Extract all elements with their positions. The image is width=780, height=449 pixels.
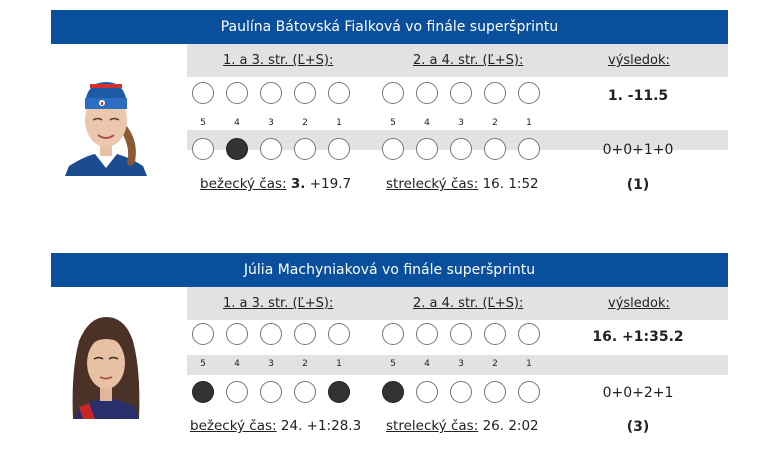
target-open-marker xyxy=(294,82,316,104)
target-open-marker xyxy=(226,82,248,104)
target-number: 3 xyxy=(268,359,274,369)
run-time-label: bežecký čas: xyxy=(190,418,277,434)
run-time-value: +19.7 xyxy=(309,176,352,192)
panel-title: Júlia Machyniaková vo finále superšprint… xyxy=(51,253,728,287)
target-open-marker xyxy=(382,323,404,345)
target-open-marker xyxy=(192,323,214,345)
shoot-time-value: 16. 1:52 xyxy=(482,176,539,192)
col-header-result: výsledok: xyxy=(608,53,670,68)
target-number: 1 xyxy=(526,118,532,128)
target-open-marker xyxy=(416,82,438,104)
target-number: 1 xyxy=(336,359,342,369)
target-open-marker xyxy=(328,323,350,345)
target-number: 1 xyxy=(526,359,532,369)
target-open-marker xyxy=(294,138,316,160)
target-hit-marker xyxy=(192,381,214,403)
target-open-marker xyxy=(328,82,350,104)
target-number: 5 xyxy=(390,359,396,369)
target-open-marker xyxy=(260,138,282,160)
target-open-marker xyxy=(450,381,472,403)
shoot-time-label: strelecký čas: xyxy=(386,176,479,192)
penalties-value: 0+0+1+0 xyxy=(602,142,674,158)
target-number: 3 xyxy=(458,118,464,128)
col-header-result: výsledok: xyxy=(608,296,670,311)
target-number: 2 xyxy=(492,118,498,128)
target-number: 3 xyxy=(458,359,464,369)
target-open-marker xyxy=(192,82,214,104)
target-open-marker xyxy=(416,323,438,345)
run-time-rank: 3. xyxy=(290,176,306,192)
run-time-label: bežecký čas: xyxy=(200,176,287,192)
target-number: 4 xyxy=(234,359,240,369)
target-open-marker xyxy=(328,138,350,160)
target-open-marker xyxy=(260,82,282,104)
col-header-1-3: 1. a 3. str. (Ľ+S): xyxy=(223,296,334,311)
target-open-marker xyxy=(484,381,506,403)
target-number: 5 xyxy=(200,359,206,369)
target-number: 3 xyxy=(268,118,274,128)
target-number: 5 xyxy=(390,118,396,128)
target-open-marker xyxy=(518,82,540,104)
result-value: 16. +1:35.2 xyxy=(592,329,684,345)
header-row: 1. a 3. str. (Ľ+S): 2. a 4. str. (Ľ+S): … xyxy=(187,287,728,320)
shoot-time-value: 26. 2:02 xyxy=(482,418,539,434)
target-open-marker xyxy=(450,323,472,345)
shoot-time: strelecký čas: 26. 2:02 xyxy=(386,418,539,434)
run-time-value: 24. +1:28.3 xyxy=(280,418,362,434)
target-open-marker xyxy=(226,323,248,345)
target-open-marker xyxy=(260,323,282,345)
shoot-time: strelecký čas: 16. 1:52 xyxy=(386,176,539,192)
target-number: 4 xyxy=(424,359,430,369)
target-open-marker xyxy=(382,82,404,104)
target-open-marker xyxy=(226,381,248,403)
target-open-marker xyxy=(416,381,438,403)
target-number: 2 xyxy=(302,359,308,369)
target-open-marker xyxy=(294,381,316,403)
target-open-marker xyxy=(382,138,404,160)
target-open-marker xyxy=(416,138,438,160)
shoot-time-label: strelecký čas: xyxy=(386,418,479,434)
run-time: bežecký čas: 24. +1:28.3 xyxy=(190,418,361,434)
run-time: bežecký čas: 3. +19.7 xyxy=(200,176,351,192)
header-row: 1. a 3. str. (Ľ+S): 2. a 4. str. (Ľ+S): … xyxy=(187,44,728,77)
target-hit-marker xyxy=(382,381,404,403)
target-number: 2 xyxy=(302,118,308,128)
athlete-panel-2: Júlia Machyniaková vo finále superšprint… xyxy=(51,253,728,449)
target-hit-marker xyxy=(226,138,248,160)
target-open-marker xyxy=(484,82,506,104)
target-open-marker xyxy=(518,138,540,160)
target-number: 2 xyxy=(492,359,498,369)
target-open-marker xyxy=(260,381,282,403)
misses-total: (3) xyxy=(626,419,650,435)
target-open-marker xyxy=(450,82,472,104)
misses-total: (1) xyxy=(626,177,650,193)
target-open-marker xyxy=(484,138,506,160)
target-open-marker xyxy=(518,323,540,345)
target-open-marker xyxy=(450,138,472,160)
target-number: 1 xyxy=(336,118,342,128)
athlete-photo xyxy=(65,74,147,176)
target-number: 5 xyxy=(200,118,206,128)
result-value: 1. -11.5 xyxy=(607,88,669,104)
col-header-1-3: 1. a 3. str. (Ľ+S): xyxy=(223,53,334,68)
col-header-2-4: 2. a 4. str. (Ľ+S): xyxy=(413,296,524,311)
target-open-marker xyxy=(518,381,540,403)
athlete-photo xyxy=(65,311,147,419)
target-open-marker xyxy=(484,323,506,345)
athlete-panel-1: Paulína Bátovská Fialková vo finále supe… xyxy=(51,10,728,200)
target-open-marker xyxy=(294,323,316,345)
penalties-value: 0+0+2+1 xyxy=(602,385,674,401)
panel-title: Paulína Bátovská Fialková vo finále supe… xyxy=(51,10,728,44)
target-number: 4 xyxy=(234,118,240,128)
target-hit-marker xyxy=(328,381,350,403)
col-header-2-4: 2. a 4. str. (Ľ+S): xyxy=(413,53,524,68)
target-open-marker xyxy=(192,138,214,160)
target-number: 4 xyxy=(424,118,430,128)
